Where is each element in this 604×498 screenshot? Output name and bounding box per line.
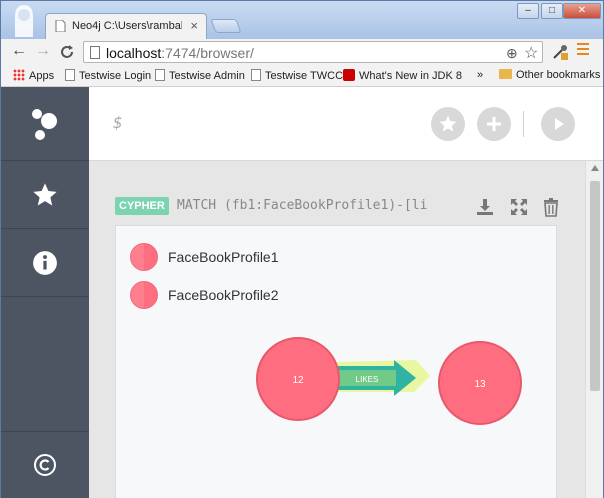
tab-neo4j[interactable]: Neo4j C:\Users\rambabu.g × [45,13,207,39]
maximize-button[interactable]: □ [541,3,563,19]
new-tab-button[interactable] [210,19,242,33]
neo4j-browser: $ CYPHER MATCH (fb1:FaceBookProfile1)-[l… [1,87,603,498]
sidebar-favorites[interactable] [1,161,89,229]
oracle-icon [343,69,355,81]
bookmark-apps[interactable]: Apps [13,69,54,82]
bookmark-testwise-twcc[interactable]: Testwise TWCC [251,69,343,82]
relationship-likes[interactable]: LIKES [334,360,430,396]
bookmark-other[interactable]: Other bookmarks [499,69,600,81]
extension-icon[interactable] [551,43,569,61]
query-editor[interactable]: $ [89,87,603,161]
graph-canvas[interactable]: LIKES 12 13 [116,226,558,498]
relationship-label: LIKES [356,375,379,384]
bookmark-testwise-admin[interactable]: Testwise Admin [155,69,245,82]
scroll-up-arrow-icon[interactable] [591,165,599,171]
cypher-badge: CYPHER [115,197,169,215]
plus-icon [487,117,501,131]
neo4j-logo-icon [32,108,57,140]
graph-node[interactable]: 12 [256,337,340,421]
chrome-menu-icon[interactable] [577,43,589,57]
page-icon [65,69,75,81]
address-bar[interactable]: localhost:7474/browser/ ⊕ ☆ [83,41,543,63]
forward-button[interactable]: → [33,42,53,60]
neo4j-logo[interactable] [1,87,89,161]
page-icon [55,20,66,32]
info-icon [33,250,57,275]
sidebar [1,87,89,498]
page-icon [155,69,165,81]
star-icon [439,115,457,132]
node-label: 13 [474,379,486,390]
bookmark-testwise-login[interactable]: Testwise Login [65,69,151,82]
frame-header: CYPHER MATCH (fb1:FaceBookProfile1)-[li [115,197,561,217]
graph-frame: FaceBookProfile1 FaceBookProfile2 LIKES [115,225,557,498]
browser-toolbar: ← → localhost:7474/browser/ ⊕ ☆ [1,39,603,65]
page-icon [251,69,261,81]
run-button[interactable] [541,107,575,141]
folder-icon [499,69,512,79]
download-icon[interactable] [475,197,495,217]
fullscreen-icon[interactable] [509,197,529,217]
minimize-button[interactable]: – [517,3,539,19]
sidebar-about[interactable] [1,431,89,498]
url-text[interactable]: localhost:7474/browser/ [106,45,254,61]
clear-button[interactable] [477,107,511,141]
star-icon [33,182,57,205]
trash-icon[interactable] [541,197,561,217]
graph-node[interactable]: 13 [438,341,522,425]
stream-scrollbar[interactable] [585,161,603,498]
bookmarks-overflow[interactable]: » [477,69,483,81]
tab-close-icon[interactable]: × [190,18,198,33]
apps-grid-icon [13,69,25,81]
sidebar-info[interactable] [1,229,89,297]
play-icon [555,118,564,130]
bookmarks-bar: Apps Testwise Login Testwise Admin Testw… [1,65,603,87]
tab-strip: Neo4j C:\Users\rambabu.g × – □ ✕ [1,1,603,39]
editor-prompt: $ [113,113,123,132]
bookmark-star-icon[interactable]: ☆ [524,43,538,63]
zoom-icon[interactable]: ⊕ [506,45,518,62]
page-info-icon[interactable] [90,46,100,59]
favorite-button[interactable] [431,107,465,141]
user-avatar-icon[interactable] [9,3,39,37]
bookmark-jdk8[interactable]: What's New in JDK 8 [343,69,462,82]
reload-icon[interactable] [59,44,75,60]
scroll-thumb[interactable] [590,181,600,391]
frame-query[interactable]: MATCH (fb1:FaceBookProfile1)-[li [177,198,463,213]
copyright-icon [34,454,56,476]
close-window-button[interactable]: ✕ [563,3,601,19]
editor-separator [523,111,524,137]
result-stream: CYPHER MATCH (fb1:FaceBookProfile1)-[li [89,161,585,498]
browser-window: Neo4j C:\Users\rambabu.g × – □ ✕ ← → loc… [0,0,604,498]
back-button[interactable]: ← [9,42,29,60]
tab-title: Neo4j C:\Users\rambabu.g [72,20,182,32]
node-label: 12 [292,375,304,386]
